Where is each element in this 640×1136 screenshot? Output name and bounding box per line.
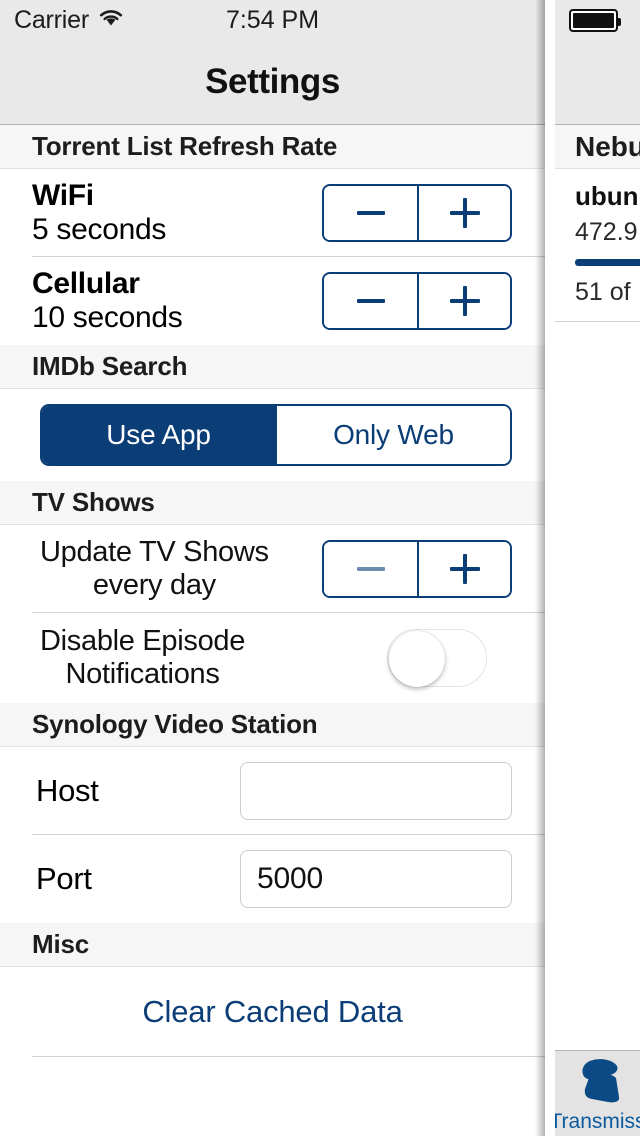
- row-wifi-refresh[interactable]: WiFi 5 seconds: [0, 169, 545, 257]
- wifi-stepper-increment-button[interactable]: [417, 186, 510, 240]
- status-bar: Carrier 7:54 PM: [0, 0, 545, 40]
- cellular-stepper-increment-button[interactable]: [417, 274, 510, 328]
- torrent-progress-bar: [575, 259, 640, 266]
- status-bar-clock: 7:54 PM: [225, 5, 320, 34]
- row-clear-cached-data[interactable]: Clear Cached Data: [0, 967, 545, 1057]
- detail-section-header-title: Nebu: [575, 130, 640, 162]
- row-wifi-value: 5 seconds: [32, 213, 167, 246]
- section-header-misc: Misc: [0, 923, 545, 967]
- row-cellular-labels: Cellular 10 seconds: [32, 267, 183, 334]
- cellular-refresh-stepper[interactable]: [322, 272, 512, 330]
- page-title: Settings: [205, 62, 340, 101]
- port-field-label: Port: [36, 861, 92, 896]
- detail-panel-body: [555, 322, 640, 1012]
- row-disable-episode-notifications[interactable]: Disable Episode Notifications: [0, 613, 545, 703]
- row-imdb-search: Use App Only Web: [0, 389, 545, 481]
- plus-icon: [449, 286, 480, 316]
- row-cellular-refresh[interactable]: Cellular 10 seconds: [0, 257, 545, 345]
- section-header-label: Misc: [32, 929, 90, 959]
- tv-stepper-increment-button[interactable]: [417, 542, 510, 596]
- torrent-progress-fill: [575, 259, 640, 266]
- row-cellular-value: 10 seconds: [32, 301, 183, 334]
- row-update-tv-shows-line2: every day: [92, 569, 216, 601]
- torrent-size: 472.9: [575, 218, 638, 246]
- section-header-label: Synology Video Station: [32, 709, 318, 739]
- settings-panel: Carrier 7:54 PM Settings Torrent List Re…: [0, 0, 545, 1136]
- toggle-knob: [389, 631, 445, 687]
- row-cellular-title: Cellular: [32, 267, 140, 301]
- section-header-imdb-search: IMDb Search: [0, 345, 545, 389]
- navigation-bar: Settings: [0, 40, 545, 125]
- table-footer-space: [0, 1057, 545, 1136]
- row-synology-port: Port 5000: [0, 835, 545, 923]
- minus-icon: [356, 299, 385, 303]
- cellular-stepper-decrement-button[interactable]: [324, 274, 417, 328]
- torrent-name: ubun: [575, 181, 639, 211]
- detail-section-header: Nebu: [555, 125, 640, 169]
- torrent-list-item[interactable]: ubun 472.9 51 of: [555, 169, 640, 322]
- minus-icon: [356, 567, 385, 571]
- row-notifications-line1: Disable Episode: [40, 624, 246, 657]
- section-header-synology: Synology Video Station: [0, 703, 545, 747]
- plus-icon: [449, 198, 480, 228]
- tab-bar-item-label: Transmiss: [555, 1110, 640, 1133]
- plus-icon: [449, 554, 480, 584]
- tab-bar-item-transmission[interactable]: Transmiss: [555, 1050, 640, 1136]
- torrent-status: 51 of: [575, 278, 631, 306]
- disable-episode-notifications-toggle[interactable]: [387, 629, 487, 687]
- section-header-label: IMDb Search: [32, 351, 188, 381]
- port-input-value: 5000: [257, 862, 323, 895]
- detail-nav-bar: [555, 40, 640, 125]
- row-notifications-line2: Notifications: [65, 658, 220, 690]
- detail-panel: Nebu ubun 472.9 51 of Transmiss: [555, 0, 640, 1136]
- clear-cached-data-button[interactable]: Clear Cached Data: [142, 994, 402, 1030]
- wifi-stepper-decrement-button[interactable]: [324, 186, 417, 240]
- segment-use-app-label: Use App: [106, 419, 211, 450]
- section-header-label: TV Shows: [32, 487, 155, 517]
- wifi-refresh-stepper[interactable]: [322, 184, 512, 242]
- section-header-tv-shows: TV Shows: [0, 481, 545, 525]
- host-field-label: Host: [36, 773, 99, 808]
- row-update-tv-shows-line1: Update TV Shows: [40, 535, 269, 568]
- settings-table: Torrent List Refresh Rate WiFi 5 seconds: [0, 125, 545, 1136]
- tv-shows-update-stepper[interactable]: [322, 540, 512, 598]
- host-input[interactable]: [240, 762, 512, 820]
- detail-status-bar: [555, 0, 640, 40]
- row-update-tv-shows-labels: Update TV Shows every day: [40, 536, 269, 603]
- app-root: Nebu ubun 472.9 51 of Transmiss: [0, 0, 640, 1136]
- tv-stepper-decrement-button[interactable]: [324, 542, 417, 596]
- segment-only-web-label: Only Web: [333, 419, 454, 450]
- segment-use-app[interactable]: Use App: [42, 406, 275, 464]
- transmission-icon: [572, 1057, 624, 1108]
- row-update-tv-shows[interactable]: Update TV Shows every day: [0, 525, 545, 613]
- minus-icon: [356, 211, 385, 215]
- battery-full-icon: [569, 8, 621, 32]
- row-wifi-title: WiFi: [32, 179, 94, 213]
- segment-only-web[interactable]: Only Web: [275, 406, 510, 464]
- section-header-refresh-rate: Torrent List Refresh Rate: [0, 125, 545, 169]
- section-header-label: Torrent List Refresh Rate: [32, 131, 338, 161]
- port-input[interactable]: 5000: [240, 850, 512, 908]
- row-wifi-labels: WiFi 5 seconds: [32, 179, 166, 246]
- row-notifications-labels: Disable Episode Notifications: [40, 625, 245, 692]
- row-synology-host: Host: [0, 747, 545, 835]
- imdb-search-segmented-control[interactable]: Use App Only Web: [40, 404, 512, 466]
